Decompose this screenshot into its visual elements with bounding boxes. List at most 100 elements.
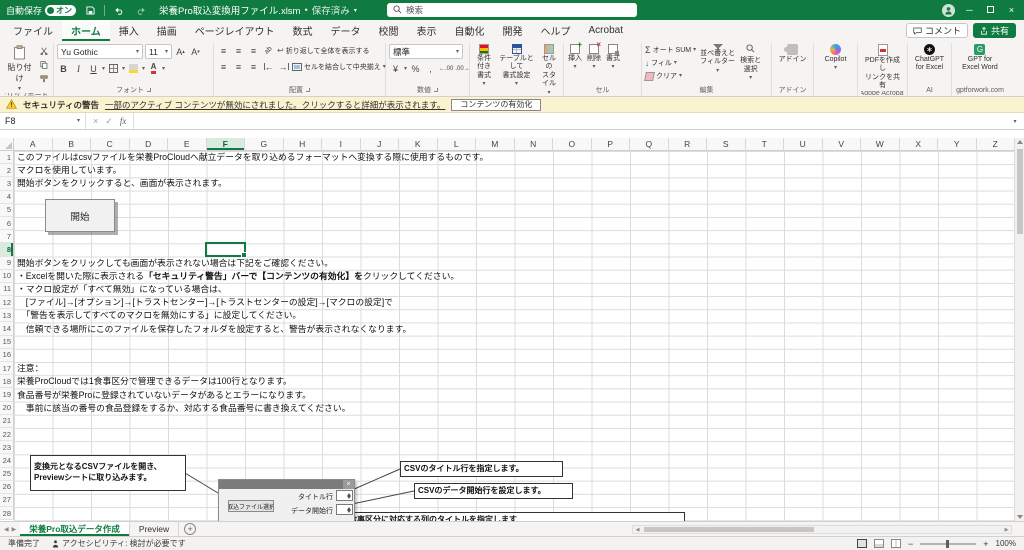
- formula-input[interactable]: [134, 113, 1006, 129]
- row-header-23[interactable]: 23: [0, 441, 14, 454]
- row-header-3[interactable]: 3: [0, 177, 14, 190]
- insert-function-icon[interactable]: fx: [120, 116, 127, 126]
- column-header-S[interactable]: S: [707, 138, 746, 151]
- column-header-R[interactable]: R: [669, 138, 708, 151]
- save-icon[interactable]: [82, 3, 98, 17]
- page-break-view-button[interactable]: [891, 539, 901, 548]
- row-header-19[interactable]: 19: [0, 388, 14, 401]
- enable-content-button[interactable]: コンテンツの有効化: [451, 99, 541, 111]
- expand-formula-bar-icon[interactable]: ▾: [1006, 113, 1024, 129]
- font-color-button[interactable]: A: [147, 62, 160, 75]
- ribbon-tab-開発[interactable]: 開発: [494, 20, 532, 41]
- column-header-H[interactable]: H: [284, 138, 323, 151]
- ribbon-tab-自動化[interactable]: 自動化: [446, 20, 494, 41]
- autosum-button[interactable]: Σ オート SUM ▾: [645, 44, 696, 56]
- scroll-up-icon[interactable]: [1017, 140, 1023, 144]
- sort-filter-button[interactable]: 並べ替えと フィルター ▾: [699, 44, 736, 74]
- name-box[interactable]: F8 ▾: [0, 113, 86, 129]
- column-header-Y[interactable]: Y: [938, 138, 977, 151]
- comments-button[interactable]: コメント: [906, 23, 968, 38]
- orientation-icon[interactable]: ab: [259, 41, 277, 59]
- column-header-C[interactable]: C: [91, 138, 130, 151]
- close-icon[interactable]: ×: [1005, 5, 1018, 15]
- column-header-K[interactable]: K: [399, 138, 438, 151]
- row-header-16[interactable]: 16: [0, 349, 14, 362]
- increase-indent-icon[interactable]: →: [277, 60, 290, 73]
- file-select-button[interactable]: 取込ファイル選択: [228, 500, 274, 512]
- title-dropdown-icon[interactable]: ▾: [354, 7, 357, 14]
- zoom-slider[interactable]: [920, 543, 976, 545]
- column-header-N[interactable]: N: [515, 138, 554, 151]
- hscroll-right-icon[interactable]: ▶: [1002, 527, 1011, 533]
- column-header-O[interactable]: O: [553, 138, 592, 151]
- ribbon-tab-Acrobat[interactable]: Acrobat: [580, 20, 632, 41]
- row-header-24[interactable]: 24: [0, 454, 14, 467]
- cancel-entry-icon[interactable]: ×: [93, 116, 98, 126]
- row-header-11[interactable]: 11: [0, 283, 14, 296]
- row-header-12[interactable]: 12: [0, 296, 14, 309]
- add-sheet-button[interactable]: +: [184, 523, 196, 535]
- row-header-26[interactable]: 26: [0, 481, 14, 494]
- column-header-G[interactable]: G: [245, 138, 284, 151]
- row-header-1[interactable]: 1: [0, 151, 14, 164]
- zoom-slider-thumb[interactable]: [946, 540, 949, 548]
- row-header-20[interactable]: 20: [0, 402, 14, 415]
- fill-button[interactable]: ↓ フィル ▾: [645, 57, 696, 69]
- ribbon-tab-ファイル[interactable]: ファイル: [4, 20, 62, 41]
- merge-center-button[interactable]: セルを結合して中央揃え ▾: [292, 61, 386, 73]
- column-header-T[interactable]: T: [746, 138, 785, 151]
- create-pdf-button[interactable]: PDFを作成し リンクを共有: [861, 44, 904, 91]
- format-painter-icon[interactable]: [37, 72, 50, 85]
- number-dialog-launcher-icon[interactable]: [434, 88, 438, 92]
- normal-view-button[interactable]: [857, 539, 867, 548]
- column-header-Q[interactable]: Q: [630, 138, 669, 151]
- document-title[interactable]: 栄養Pro取込変換用ファイル.xlsm • 保存済み ▾: [159, 3, 357, 17]
- dialog-title-bar[interactable]: ×: [219, 480, 354, 489]
- increase-decimal-icon[interactable]: ←.00: [439, 62, 453, 75]
- ribbon-tab-ページレイアウト[interactable]: ページレイアウト: [186, 20, 284, 41]
- vertical-scrollbar-thumb[interactable]: [1017, 149, 1023, 234]
- row-header-15[interactable]: 15: [0, 336, 14, 349]
- align-top-icon[interactable]: ≡: [217, 44, 230, 57]
- increase-font-size-icon[interactable]: A▴: [174, 45, 187, 58]
- confirm-entry-icon[interactable]: ✓: [105, 116, 113, 127]
- column-header-V[interactable]: V: [823, 138, 862, 151]
- column-header-P[interactable]: P: [592, 138, 631, 151]
- security-warning-message[interactable]: 一部のアクティブ コンテンツが無効にされました。クリックすると詳細が表示されます…: [105, 99, 445, 111]
- alignment-dialog-launcher-icon[interactable]: [306, 88, 310, 92]
- cut-icon[interactable]: [37, 44, 50, 57]
- decrease-indent-icon[interactable]: ←: [262, 60, 275, 73]
- delete-cells-button[interactable]: 削除 ▾: [586, 44, 602, 70]
- align-right-icon[interactable]: ≡: [247, 60, 260, 73]
- font-name-select[interactable]: Yu Gothic▾: [57, 44, 143, 59]
- underline-button[interactable]: U: [87, 62, 100, 75]
- comma-format-icon[interactable]: ,: [424, 62, 437, 75]
- column-header-F[interactable]: F: [207, 138, 246, 151]
- zoom-in-icon[interactable]: +: [983, 539, 988, 549]
- horizontal-scrollbar[interactable]: ◀ ▶: [632, 525, 1012, 534]
- minimize-icon[interactable]: ─: [963, 5, 976, 15]
- italic-button[interactable]: I: [72, 62, 85, 75]
- accessibility-status[interactable]: アクセシビリティ: 検討が必要です: [52, 538, 186, 549]
- addins-button[interactable]: アドイン: [778, 44, 808, 64]
- account-avatar[interactable]: [942, 4, 955, 17]
- wrap-text-button[interactable]: ↩ 折り返して全体を表示する: [277, 45, 370, 57]
- dialog-close-icon[interactable]: ×: [343, 480, 354, 489]
- clear-button[interactable]: クリア ▾: [645, 70, 696, 82]
- currency-format-icon[interactable]: ¥: [389, 62, 402, 75]
- column-header-X[interactable]: X: [900, 138, 939, 151]
- row-header-14[interactable]: 14: [0, 322, 14, 335]
- page-layout-view-button[interactable]: [874, 539, 884, 548]
- cell-styles-button[interactable]: セルの スタイル ▾: [538, 44, 560, 96]
- gpt-for-excel-word-button[interactable]: G GPT for Excel Word: [961, 44, 999, 73]
- align-middle-icon[interactable]: ≡: [232, 44, 245, 57]
- row-header-27[interactable]: 27: [0, 494, 14, 507]
- row-header-8[interactable]: 8: [0, 243, 14, 256]
- ribbon-tab-挿入[interactable]: 挿入: [110, 20, 148, 41]
- share-button[interactable]: 共有: [973, 23, 1016, 38]
- ribbon-tab-データ[interactable]: データ: [322, 20, 370, 41]
- decrease-font-size-icon[interactable]: A▾: [189, 45, 202, 58]
- row-header-9[interactable]: 9: [0, 257, 14, 270]
- title-row-spinner[interactable]: [336, 490, 353, 501]
- column-header-I[interactable]: I: [322, 138, 361, 151]
